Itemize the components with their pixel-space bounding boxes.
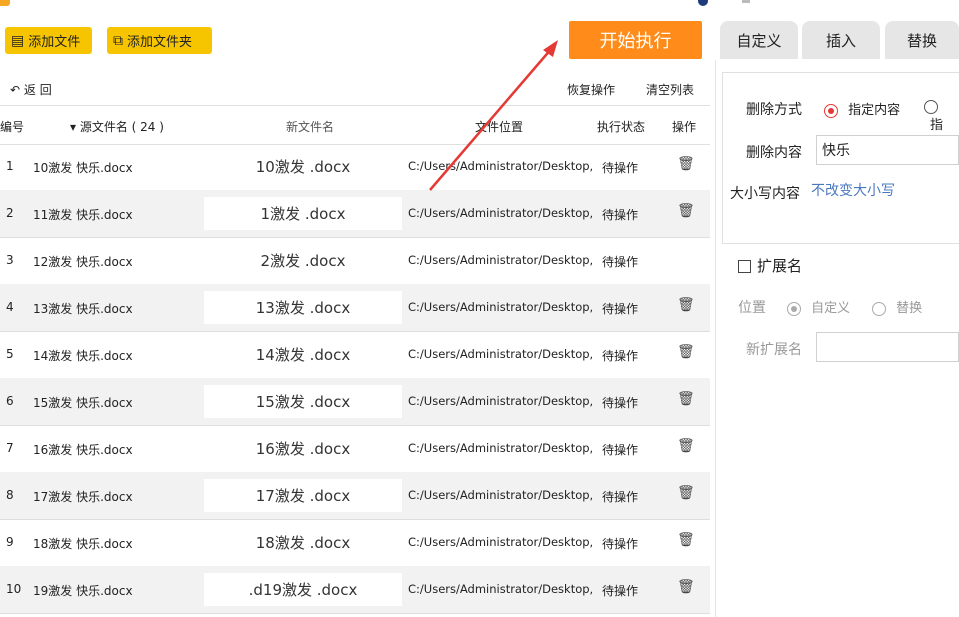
position-label: 位置 (738, 300, 766, 316)
position-option-custom[interactable]: 自定义 (787, 297, 850, 316)
position-option-replace[interactable]: 替换 (872, 297, 922, 316)
new-ext-label: 新扩展名 (746, 342, 802, 358)
arrow-line (429, 47, 553, 191)
radio-icon (872, 301, 886, 316)
pos-opt1-label: 自定义 (811, 301, 851, 316)
delete-mode-option-specified[interactable]: 指定内容 (824, 99, 900, 118)
panel-divider (715, 60, 716, 617)
radio-icon (787, 301, 801, 316)
extension-checkbox[interactable]: 扩展名 (738, 255, 802, 276)
radio-icon (824, 103, 838, 118)
ext-label: 扩展名 (757, 257, 803, 275)
new-ext-input[interactable] (816, 332, 959, 362)
mode-opt1-label: 指定内容 (848, 103, 901, 118)
mode-opt2-label: 指 (930, 118, 944, 133)
delete-content-label: 删除内容 (746, 145, 802, 161)
delete-mode-option-2[interactable]: 指 (924, 99, 959, 133)
checkbox-icon (738, 260, 751, 273)
case-select[interactable]: 不改变大小写 (806, 176, 959, 206)
delete-mode-label: 删除方式 (746, 102, 802, 118)
delete-content-input[interactable]: 快乐 (816, 135, 959, 165)
case-label: 大小写内容 (730, 186, 800, 202)
radio-icon (924, 99, 938, 114)
pos-opt2-label: 替换 (896, 301, 923, 316)
